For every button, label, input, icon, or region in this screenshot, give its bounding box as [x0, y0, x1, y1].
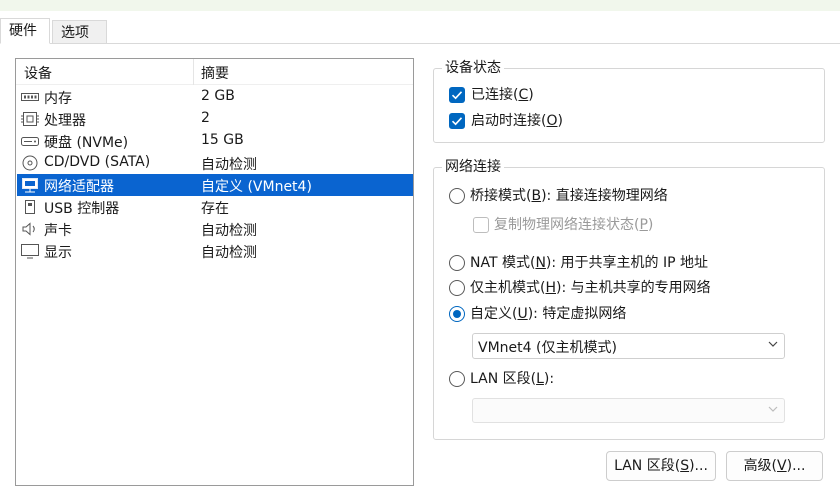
device-summary: 2 GB [201, 88, 235, 104]
chevron-down-icon [768, 406, 778, 412]
device-summary: 2 [201, 110, 210, 126]
device-name: 声卡 [44, 223, 72, 239]
connect-at-power-on-checkbox[interactable] [449, 113, 465, 129]
custom-radio[interactable] [449, 306, 465, 322]
nat-radio[interactable] [449, 255, 465, 271]
advanced-button[interactable]: 高级(V)... [726, 451, 823, 481]
device-row-display[interactable]: 显示 自动检测 [17, 240, 413, 262]
tab-hardware-label: 硬件 [9, 23, 37, 39]
chevron-down-icon [768, 341, 778, 347]
network-adapter-icon [22, 178, 38, 193]
custom-network-select[interactable]: VMnet4 (仅主机模式) [472, 333, 785, 359]
network-connection-title: 网络连接 [442, 158, 504, 176]
sound-card-icon [22, 222, 35, 236]
custom-network-value: VMnet4 (仅主机模式) [478, 340, 617, 356]
device-name: USB 控制器 [44, 201, 120, 217]
processor-icon [21, 112, 39, 126]
device-name: 显示 [44, 245, 72, 261]
device-summary: 自定义 (VMnet4) [201, 179, 312, 195]
device-summary: 自动检测 [201, 245, 257, 261]
replicate-state-checkbox[interactable] [473, 217, 489, 233]
nat-label[interactable]: NAT 模式(N): 用于共享主机的 IP 地址 [470, 254, 708, 272]
device-summary: 存在 [201, 201, 229, 217]
host-only-label[interactable]: 仅主机模式(H): 与主机共享的专用网络 [470, 279, 711, 297]
device-list-header: 设备 摘要 [16, 59, 413, 85]
device-summary: 15 GB [201, 132, 244, 148]
device-row-processor[interactable]: 处理器 2 [17, 108, 413, 130]
connected-checkbox[interactable] [449, 87, 465, 103]
column-header-device[interactable]: 设备 [24, 63, 52, 83]
device-name: 网络适配器 [44, 179, 114, 195]
tab-hardware[interactable]: 硬件 [0, 18, 50, 44]
device-name: CD/DVD (SATA) [44, 154, 151, 170]
checkmark-icon [451, 91, 463, 100]
device-status-group: 设备状态 [433, 59, 825, 143]
connect-at-power-on-label[interactable]: 启动时连接(O) [471, 112, 563, 130]
lan-segments-button[interactable]: LAN 区段(S)... [606, 451, 716, 481]
window-top-strip [0, 0, 840, 11]
bridged-label[interactable]: 桥接模式(B): 直接连接物理网络 [470, 187, 668, 205]
device-summary: 自动检测 [201, 157, 257, 173]
custom-label[interactable]: 自定义(U): 特定虚拟网络 [470, 305, 626, 323]
host-only-radio[interactable] [449, 280, 465, 296]
display-icon [21, 244, 39, 259]
connected-label[interactable]: 已连接(C) [471, 86, 534, 104]
tab-bar: 硬件 选项 [0, 18, 840, 44]
device-row-memory[interactable]: 内存 2 GB [17, 86, 413, 108]
device-status-title: 设备状态 [442, 59, 504, 77]
device-row-sound-card[interactable]: 声卡 自动检测 [17, 218, 413, 240]
lan-segment-select[interactable] [472, 398, 785, 423]
device-name: 处理器 [44, 113, 86, 129]
replicate-state-label[interactable]: 复制物理网络连接状态(P) [494, 216, 653, 234]
checkmark-icon [451, 117, 463, 126]
tab-options-label: 选项 [61, 25, 89, 41]
column-header-summary[interactable]: 摘要 [201, 63, 229, 83]
tab-options[interactable]: 选项 [52, 20, 107, 44]
device-list[interactable]: 设备 摘要 内存 2 GB 处理器 2 硬盘 (NVMe) 15 GB CD/D… [15, 58, 414, 486]
device-row-hard-disk[interactable]: 硬盘 (NVMe) 15 GB [17, 130, 413, 152]
device-summary: 自动检测 [201, 223, 257, 239]
memory-icon [21, 93, 39, 101]
device-name: 硬盘 (NVMe) [44, 135, 129, 151]
lan-segment-label[interactable]: LAN 区段(L): [470, 370, 554, 388]
bridged-radio[interactable] [449, 188, 465, 204]
device-name: 内存 [44, 91, 72, 107]
cd-dvd-icon [22, 155, 38, 171]
device-row-usb[interactable]: USB 控制器 存在 [17, 196, 413, 218]
tab-divider [0, 43, 840, 44]
device-row-cd-dvd[interactable]: CD/DVD (SATA) 自动检测 [17, 152, 413, 174]
lan-segment-radio[interactable] [449, 371, 465, 387]
usb-icon [25, 200, 35, 214]
hard-disk-icon [21, 137, 39, 146]
column-separator[interactable] [193, 59, 194, 85]
device-row-network-adapter[interactable]: 网络适配器 自定义 (VMnet4) [17, 174, 413, 196]
